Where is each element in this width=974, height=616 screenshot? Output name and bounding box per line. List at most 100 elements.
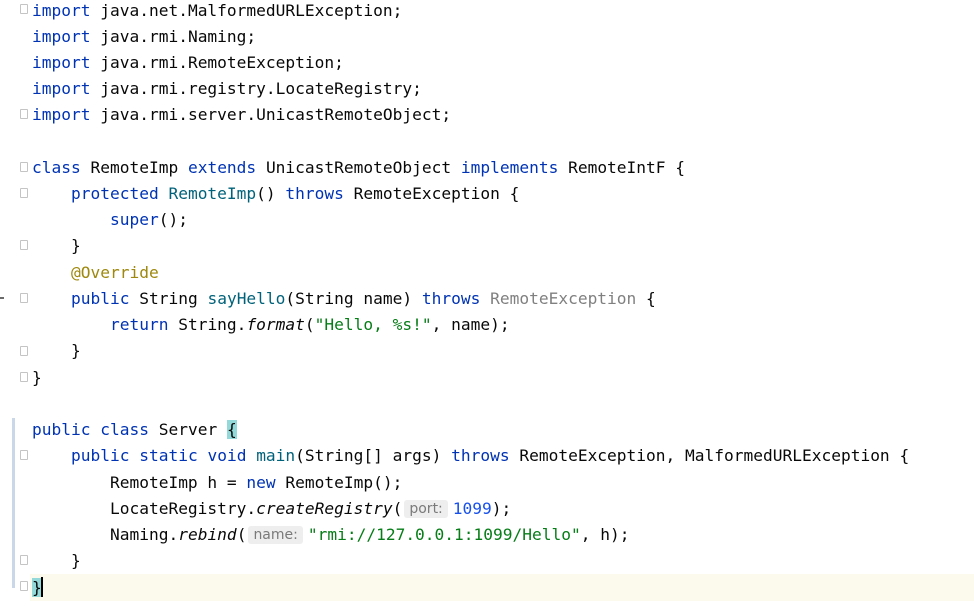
text-caret [40,577,43,597]
annotation: @Override [70,263,159,282]
brace: { [675,158,686,177]
number-literal: 1099 [452,499,492,518]
type-name: String. [178,315,247,334]
method-call: rebind [178,525,237,544]
code-line: return String.format("Hello, %s!", name)… [32,312,510,338]
keyword: new [246,473,276,492]
keyword: class [32,158,81,177]
import-path: java.rmi.Naming; [100,27,257,46]
code-line: } [32,338,81,364]
matched-brace: { [226,420,237,439]
keyword: throws [451,446,510,465]
code-line: @Override [32,260,159,286]
code-line: } [32,575,43,601]
brace: { [646,289,656,308]
keyword: return [109,315,169,334]
code-text: RemoteImp h = [109,473,247,492]
code-line: } [32,548,81,574]
fold-icon[interactable] [20,372,28,382]
code-line: import java.rmi.registry.LocateRegistry; [32,76,422,102]
paren: ( [392,499,403,518]
brace: { [509,184,520,203]
code-line: import java.rmi.server.UnicastRemoteObje… [32,102,451,128]
params: (String[] args) [295,446,442,465]
code-line: LocateRegistry.createRegistry(port: 1099)… [32,496,511,522]
code-line: RemoteImp h = new RemoteImp(); [32,470,402,496]
parameter-hint: name: [248,526,303,544]
class-name: RemoteImp [90,158,179,177]
keyword: throws [421,289,481,308]
keyword: protected [70,184,159,203]
brace: } [70,551,81,570]
code-line: } [32,233,81,259]
keyword: import [32,79,91,98]
code-text: RemoteImp(); [275,473,403,492]
import-path: java.rmi.RemoteException; [100,53,344,72]
fold-icon[interactable] [20,4,28,14]
code-line: } [32,365,42,391]
import-path: java.rmi.registry.LocateRegistry; [100,79,422,98]
method-call: format [246,315,305,334]
current-line-highlight [30,574,974,601]
import-path: java.net.MalformedURLException; [100,1,403,20]
fold-icon[interactable] [20,346,28,356]
gutter-tick [0,297,4,299]
type-name: Naming. [109,525,179,544]
code-line: protected RemoteImp() throws RemoteExcep… [32,181,519,207]
keyword: import [32,27,91,46]
fold-icon[interactable] [20,240,28,250]
editor-gutter [0,0,30,616]
code-line: import java.rmi.Naming; [32,24,256,50]
paren: ( [304,315,315,334]
change-marker-bar [12,418,15,588]
fold-icon[interactable] [20,293,28,303]
parameter-hint: port: [404,500,448,518]
method-call: createRegistry [256,499,393,518]
keyword: void [207,446,247,465]
code-text: , h); [580,525,630,544]
brace: } [32,368,42,387]
string-literal: "Hello, %s!" [314,315,432,334]
keyword: import [32,1,91,20]
keyword: public [70,446,130,465]
code-line: class RemoteImp extends UnicastRemoteObj… [32,155,685,181]
type-name: RemoteException [490,289,637,308]
params: (String name) [285,289,413,308]
code-line: super(); [32,207,188,233]
params: () [256,184,276,203]
type-name: RemoteException, MalformedURLException [519,446,890,465]
fold-icon[interactable] [20,109,28,119]
fold-icon[interactable] [20,188,28,198]
code-text: ); [491,499,512,518]
keyword: public [70,289,130,308]
code-text: , name); [431,315,510,334]
fold-icon[interactable] [20,555,28,565]
fold-icon[interactable] [20,581,28,591]
method-name: main [256,446,296,465]
code-text: (); [158,210,188,229]
type-name: LocateRegistry. [109,499,257,518]
brace: { [899,446,910,465]
keyword: class [100,420,149,439]
class-name: Server [158,420,218,439]
keyword: extends [187,158,257,177]
code-line: import java.rmi.RemoteException; [32,50,344,76]
brace: } [70,236,81,255]
type-name: RemoteException [353,184,500,203]
constructor-name: RemoteImp [168,184,257,203]
type-name: RemoteIntF [568,158,666,177]
import-path: java.rmi.server.UnicastRemoteObject; [100,105,452,124]
fold-icon[interactable] [20,162,28,172]
code-line: public static void main(String[] args) t… [32,443,909,469]
keyword: super [109,210,159,229]
code-line: import java.net.MalformedURLException; [32,0,402,24]
keyword: throws [285,184,344,203]
code-line: Naming.rebind(name: "rmi://127.0.0.1:1099… [32,522,629,548]
code-line: public String sayHello(String name) thro… [32,286,656,312]
paren: ( [236,525,247,544]
fold-icon[interactable] [20,450,28,460]
keyword: import [32,105,91,124]
brace: } [70,341,81,360]
keyword: public [32,420,91,439]
keyword: import [32,53,91,72]
